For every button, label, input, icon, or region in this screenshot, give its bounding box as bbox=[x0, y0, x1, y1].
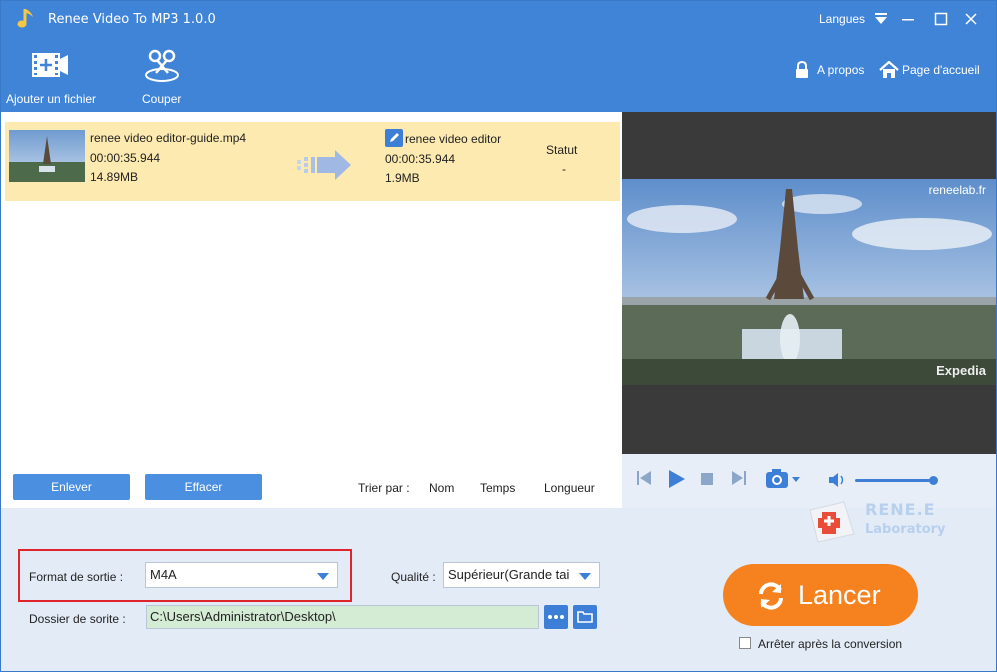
video-watermark: reneelab.fr bbox=[928, 183, 986, 197]
home-icon bbox=[879, 61, 899, 78]
output-filename: renee video editor bbox=[405, 132, 502, 146]
folder-label: Dossier de sorite : bbox=[29, 612, 126, 626]
video-brand: Expedia bbox=[936, 363, 986, 378]
language-menu[interactable]: Langues bbox=[819, 12, 865, 26]
sort-by-time[interactable]: Temps bbox=[480, 481, 515, 495]
home-link[interactable]: Page d'accueil bbox=[879, 61, 980, 78]
about-link[interactable]: A propos bbox=[794, 61, 865, 78]
browse-button[interactable] bbox=[544, 605, 568, 629]
add-video-icon bbox=[32, 53, 68, 77]
convert-arrow-icon bbox=[297, 150, 351, 180]
quality-select[interactable]: Supérieur(Grande tai bbox=[443, 562, 600, 588]
video-thumbnail bbox=[9, 130, 85, 182]
clear-button[interactable]: Effacer bbox=[145, 474, 262, 500]
sort-label: Trier par : bbox=[358, 481, 410, 495]
volume-slider[interactable] bbox=[855, 479, 937, 482]
renee-logo-icon bbox=[809, 501, 855, 543]
output-size: 1.9MB bbox=[385, 171, 420, 185]
folder-icon bbox=[577, 611, 593, 623]
edit-icon[interactable] bbox=[385, 129, 403, 147]
next-icon[interactable] bbox=[731, 470, 747, 486]
stop-after-checkbox[interactable] bbox=[739, 637, 751, 649]
output-folder-field[interactable]: C:\Users\Administrator\Desktop\ bbox=[146, 605, 539, 629]
video-preview: reneelab.fr Expedia bbox=[622, 112, 996, 454]
more-icon bbox=[548, 615, 564, 619]
volume-icon[interactable] bbox=[828, 472, 848, 488]
open-folder-button[interactable] bbox=[573, 605, 597, 629]
dropdown-arrow-icon[interactable] bbox=[874, 12, 888, 26]
previous-icon[interactable] bbox=[636, 470, 652, 486]
scissors-icon bbox=[145, 49, 179, 82]
about-label: A propos bbox=[817, 63, 865, 77]
caret-down-icon bbox=[579, 573, 591, 580]
source-duration: 00:00:35.944 bbox=[90, 150, 161, 165]
source-info: renee video editor-guide.mp4 00:00:35.94… bbox=[90, 129, 246, 188]
status-header: Statut bbox=[546, 143, 578, 157]
status-value: - bbox=[562, 162, 566, 176]
home-label: Page d'accueil bbox=[902, 63, 980, 77]
logo-subtext: Laboratory bbox=[865, 522, 946, 537]
output-settings-panel: RENE.E Laboratory Format de sortie : M4A… bbox=[1, 500, 996, 671]
output-duration: 00:00:35.944 bbox=[385, 151, 456, 166]
volume-knob[interactable] bbox=[928, 476, 938, 485]
maximize-icon[interactable] bbox=[933, 11, 949, 27]
music-note-icon bbox=[17, 9, 33, 28]
add-file-label: Ajouter un fichier bbox=[6, 92, 97, 106]
refresh-icon bbox=[759, 582, 783, 610]
source-size: 14.89MB bbox=[90, 170, 139, 184]
caret-down-icon bbox=[317, 573, 329, 580]
app-title: Renee Video To MP3 1.0.0 bbox=[48, 12, 216, 27]
video-frame: reneelab.fr Expedia bbox=[622, 179, 996, 385]
format-label: Format de sortie : bbox=[29, 570, 124, 584]
toolbar: Ajouter un fichier Couper A propos Page … bbox=[1, 39, 996, 112]
sort-by-name[interactable]: Nom bbox=[429, 481, 454, 495]
stop-after-label: Arrêter après la conversion bbox=[758, 637, 903, 651]
remove-button[interactable]: Enlever bbox=[13, 474, 130, 500]
source-filename: renee video editor-guide.mp4 bbox=[90, 131, 247, 145]
format-select[interactable]: M4A bbox=[145, 562, 338, 588]
file-row[interactable]: renee video editor-guide.mp4 00:00:35.94… bbox=[5, 122, 620, 201]
play-icon[interactable] bbox=[668, 469, 686, 489]
app-window: Renee Video To MP3 1.0.0 Langues Ajouter… bbox=[0, 0, 997, 672]
title-bar: Renee Video To MP3 1.0.0 Langues bbox=[1, 1, 996, 39]
close-icon[interactable] bbox=[963, 11, 979, 27]
output-info: renee video editor 00:00:35.944 1.9MB bbox=[385, 129, 501, 189]
sort-by-length[interactable]: Longueur bbox=[544, 481, 595, 495]
launch-label: Lancer bbox=[798, 580, 881, 610]
file-list: renee video editor-guide.mp4 00:00:35.94… bbox=[1, 112, 621, 507]
launch-button[interactable]: Lancer bbox=[723, 564, 918, 626]
stop-icon[interactable] bbox=[701, 473, 713, 485]
logo-text: RENE.E bbox=[865, 500, 936, 519]
camera-icon[interactable] bbox=[765, 468, 803, 490]
cut-label: Couper bbox=[142, 92, 182, 106]
format-value: M4A bbox=[150, 567, 177, 582]
quality-value: Supérieur(Grande tai bbox=[448, 567, 570, 582]
lock-icon bbox=[796, 61, 808, 78]
quality-label: Qualité : bbox=[391, 570, 436, 584]
minimize-icon[interactable] bbox=[900, 11, 916, 27]
